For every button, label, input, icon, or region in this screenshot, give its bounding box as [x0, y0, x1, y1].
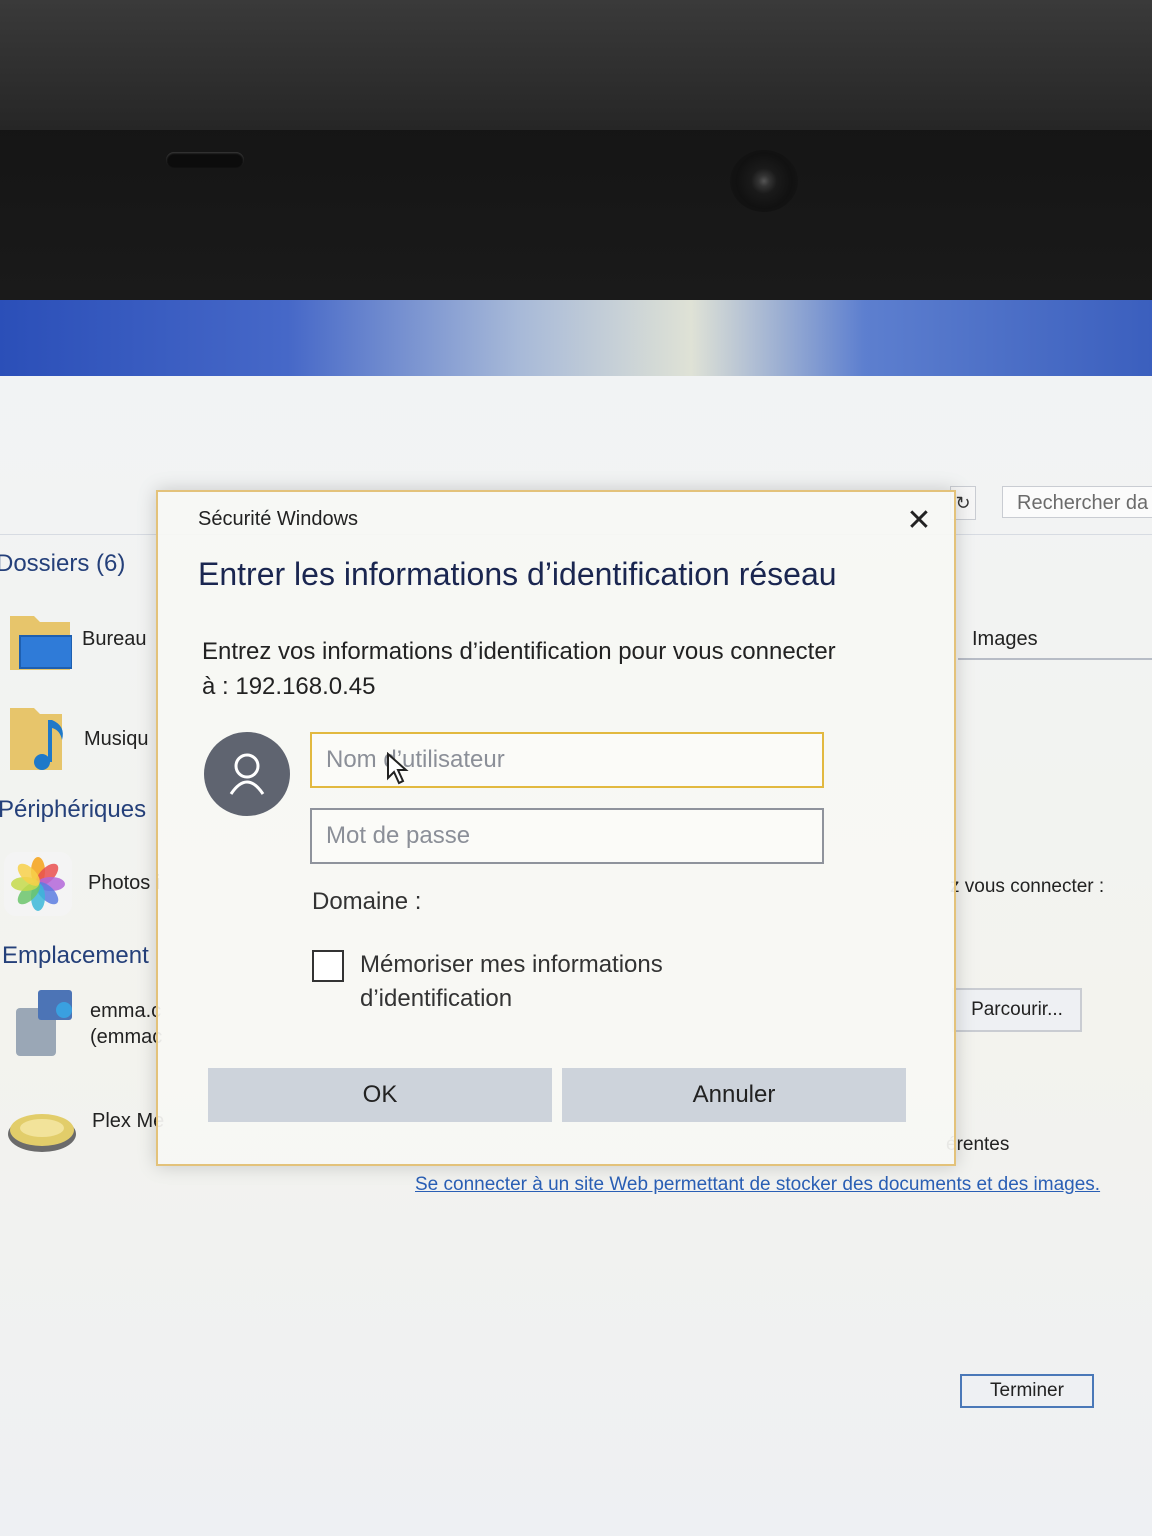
cancel-button[interactable]: Annuler — [562, 1068, 906, 1122]
bezel-top-edge — [0, 0, 1152, 130]
remember-credentials-label[interactable]: Mémoriser mes informations d’identificat… — [360, 948, 740, 1016]
domain-label: Domaine : — [312, 888, 422, 915]
close-icon[interactable]: ✕ — [902, 504, 936, 538]
devices-heading: Périphériques — [0, 796, 147, 823]
folder-item-label[interactable]: Bureau — [82, 628, 147, 651]
remember-label-line: d’identification — [360, 985, 513, 1012]
description-line: Entrez vos informations d’identification… — [202, 638, 836, 665]
folder-item-label[interactable]: Musiqu — [84, 728, 148, 751]
password-input[interactable] — [310, 808, 824, 864]
mouse-cursor-icon — [386, 751, 410, 786]
location-item-label[interactable]: emma.c — [90, 1000, 161, 1023]
server-address: à : 192.168.0.45 — [202, 673, 376, 700]
images-tab-label: Images — [972, 628, 1038, 650]
search-input[interactable]: Rechercher da — [1002, 486, 1152, 518]
finish-button[interactable]: Terminer — [960, 1374, 1094, 1408]
network-drive-icon — [8, 988, 78, 1060]
screen: ↻ Rechercher da Dossiers (6) Bureau Musi… — [0, 300, 1152, 1536]
dialog-caption: Sécurité Windows — [198, 508, 359, 530]
webcam — [730, 150, 798, 212]
speaker-grille — [166, 152, 244, 168]
media-server-icon — [6, 1106, 78, 1156]
location-item-sublabel: (emmac — [90, 1026, 163, 1048]
ok-button[interactable]: OK — [208, 1068, 552, 1122]
laptop-bezel — [0, 0, 1152, 300]
web-storage-link[interactable]: Se connecter à un site Web permettant de… — [415, 1174, 1100, 1196]
dialog-description: Entrez vos informations d’identification… — [202, 634, 922, 704]
location-item-label[interactable]: Plex Me — [92, 1110, 164, 1133]
connect-hint-text: z vous connecter : — [950, 876, 1105, 897]
locations-heading: Emplacement — [2, 942, 149, 969]
remember-label-line: Mémoriser mes informations — [360, 951, 663, 978]
device-item-label[interactable]: Photos i — [88, 872, 160, 895]
user-avatar-icon — [204, 732, 290, 816]
desktop-folder-icon — [8, 610, 73, 674]
remember-credentials-checkbox[interactable] — [312, 950, 344, 982]
folders-heading: Dossiers (6) — [0, 550, 126, 577]
dialog-title: Entrer les informations d’identification… — [198, 556, 837, 592]
photos-app-icon — [4, 852, 72, 916]
music-folder-icon — [8, 704, 72, 774]
images-tab[interactable]: Images — [958, 620, 1152, 660]
desktop-wallpaper — [0, 300, 1152, 376]
browse-button[interactable]: Parcourir... — [952, 988, 1082, 1032]
